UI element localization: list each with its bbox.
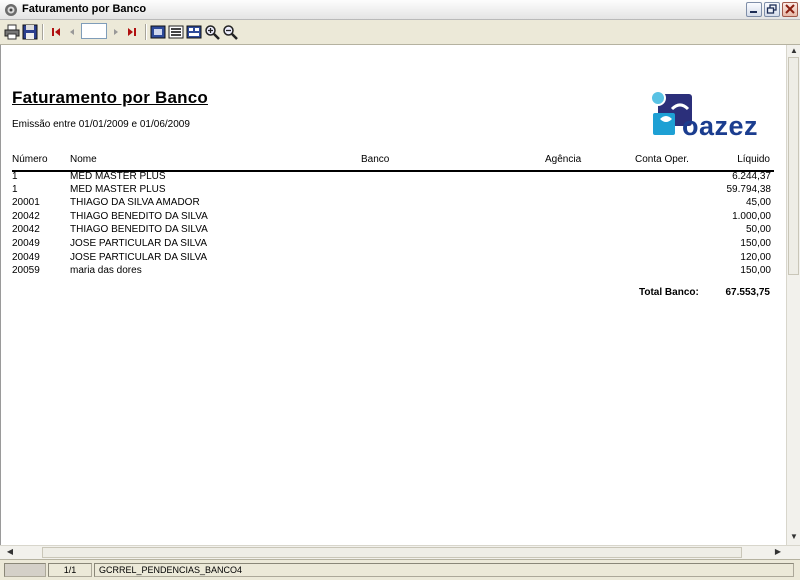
status-bar: 1/1 GCRREL_PENDENCIAS_BANCO4: [0, 559, 800, 580]
cell-liquido: 45,00: [745, 197, 771, 208]
status-progress-cell: [4, 563, 46, 577]
cell-numero: 20042: [12, 224, 40, 235]
total-value: 67.553,75: [725, 287, 771, 298]
col-header-conta: Conta Oper.: [635, 154, 689, 165]
cell-numero: 20001: [12, 197, 40, 208]
minimize-button[interactable]: [746, 2, 762, 17]
scroll-up-icon[interactable]: ▲: [788, 45, 800, 57]
cell-numero: 20059: [12, 265, 40, 276]
zoom-in-icon[interactable]: [204, 24, 220, 40]
cell-numero: 1: [12, 171, 18, 182]
col-header-numero: Número: [12, 154, 48, 165]
save-icon[interactable]: [22, 24, 38, 40]
toolbar-separator: [145, 24, 147, 40]
horizontal-scrollbar[interactable]: ◀ ▶: [0, 545, 800, 559]
table-row: 20049 JOSE PARTICULAR DA SILVA 120,00: [1, 252, 786, 265]
report-date-range: Emissão entre 01/01/2009 e 01/06/2009: [12, 119, 190, 130]
toolbar: [0, 20, 800, 45]
table-row: 20042 THIAGO BENEDITO DA SILVA 1.000,00: [1, 211, 786, 224]
table-row: 1 MED MASTER PLUS 59.794,38: [1, 184, 786, 197]
logo-text: oazez: [682, 111, 759, 141]
page-view-icon[interactable]: [150, 24, 166, 40]
printer-icon[interactable]: [4, 24, 20, 40]
report-page: Faturamento por Banco Emissão entre 01/0…: [0, 45, 786, 545]
table-row: 20059 maria das dores 150,00: [1, 265, 786, 278]
cell-numero: 20049: [12, 252, 40, 263]
next-page-icon[interactable]: [108, 24, 124, 40]
toolbar-separator: [42, 24, 44, 40]
cell-numero: 20042: [12, 211, 40, 222]
scroll-right-icon[interactable]: ▶: [772, 546, 784, 558]
minimize-icon: [750, 11, 757, 13]
cell-numero: 1: [12, 184, 18, 195]
cell-nome: THIAGO BENEDITO DA SILVA: [70, 224, 208, 235]
restore-icon: [766, 4, 777, 14]
col-header-banco: Banco: [361, 154, 390, 165]
cell-nome: JOSE PARTICULAR DA SILVA: [70, 252, 208, 263]
page-number-input[interactable]: [81, 23, 107, 39]
table-row: 20001 THIAGO DA SILVA AMADOR 45,00: [1, 197, 786, 210]
cell-nome: THIAGO DA SILVA AMADOR: [70, 197, 200, 208]
cell-liquido: 59.794,38: [726, 184, 772, 195]
cell-nome: THIAGO BENEDITO DA SILVA: [70, 211, 208, 222]
cell-liquido: 150,00: [740, 265, 771, 276]
zoom-fit-icon[interactable]: [186, 24, 202, 40]
vertical-scroll-thumb[interactable]: [788, 57, 799, 275]
cell-liquido: 150,00: [740, 238, 771, 249]
window-title: Faturamento por Banco: [22, 3, 147, 15]
cell-liquido: 1.000,00: [732, 211, 771, 222]
cell-nome: MED MASTER PLUS: [70, 184, 166, 195]
previous-page-icon[interactable]: [64, 24, 80, 40]
zoom-out-icon[interactable]: [222, 24, 238, 40]
scroll-left-icon[interactable]: ◀: [4, 546, 16, 558]
company-logo: oazez: [648, 89, 778, 145]
restore-button[interactable]: [764, 2, 780, 17]
last-page-icon[interactable]: [124, 24, 140, 40]
cell-numero: 20049: [12, 238, 40, 249]
table-row: 20049 JOSE PARTICULAR DA SILVA 150,00: [1, 238, 786, 251]
report-title: Faturamento por Banco: [12, 88, 208, 107]
cell-nome: maria das dores: [70, 265, 142, 276]
total-label: Total Banco:: [639, 287, 699, 298]
first-page-icon[interactable]: [48, 24, 64, 40]
vertical-scrollbar[interactable]: ▲ ▼: [786, 45, 800, 545]
table-row: 20042 THIAGO BENEDITO DA SILVA 50,00: [1, 224, 786, 237]
status-report-name: GCRREL_PENDENCIAS_BANCO4: [94, 563, 794, 577]
close-icon: [785, 4, 795, 14]
cell-nome: JOSE PARTICULAR DA SILVA: [70, 238, 208, 249]
scroll-down-icon[interactable]: ▼: [788, 531, 800, 543]
app-icon: [5, 4, 17, 16]
cell-liquido: 50,00: [745, 224, 771, 235]
cell-nome: MED MASTER PLUS: [70, 171, 166, 182]
cell-liquido: 6.244,37: [732, 171, 771, 182]
horizontal-scroll-thumb[interactable]: [42, 547, 742, 558]
cell-liquido: 120,00: [740, 252, 771, 263]
col-header-liquido: Líquido: [737, 154, 770, 165]
title-bar: Faturamento por Banco: [0, 0, 800, 20]
multi-page-icon[interactable]: [168, 24, 184, 40]
col-header-agencia: Agência: [545, 154, 582, 165]
status-page-count: 1/1: [48, 563, 92, 577]
table-row: 1 MED MASTER PLUS 6.244,37: [1, 171, 786, 184]
col-header-nome: Nome: [70, 154, 97, 165]
close-button[interactable]: [782, 2, 798, 17]
